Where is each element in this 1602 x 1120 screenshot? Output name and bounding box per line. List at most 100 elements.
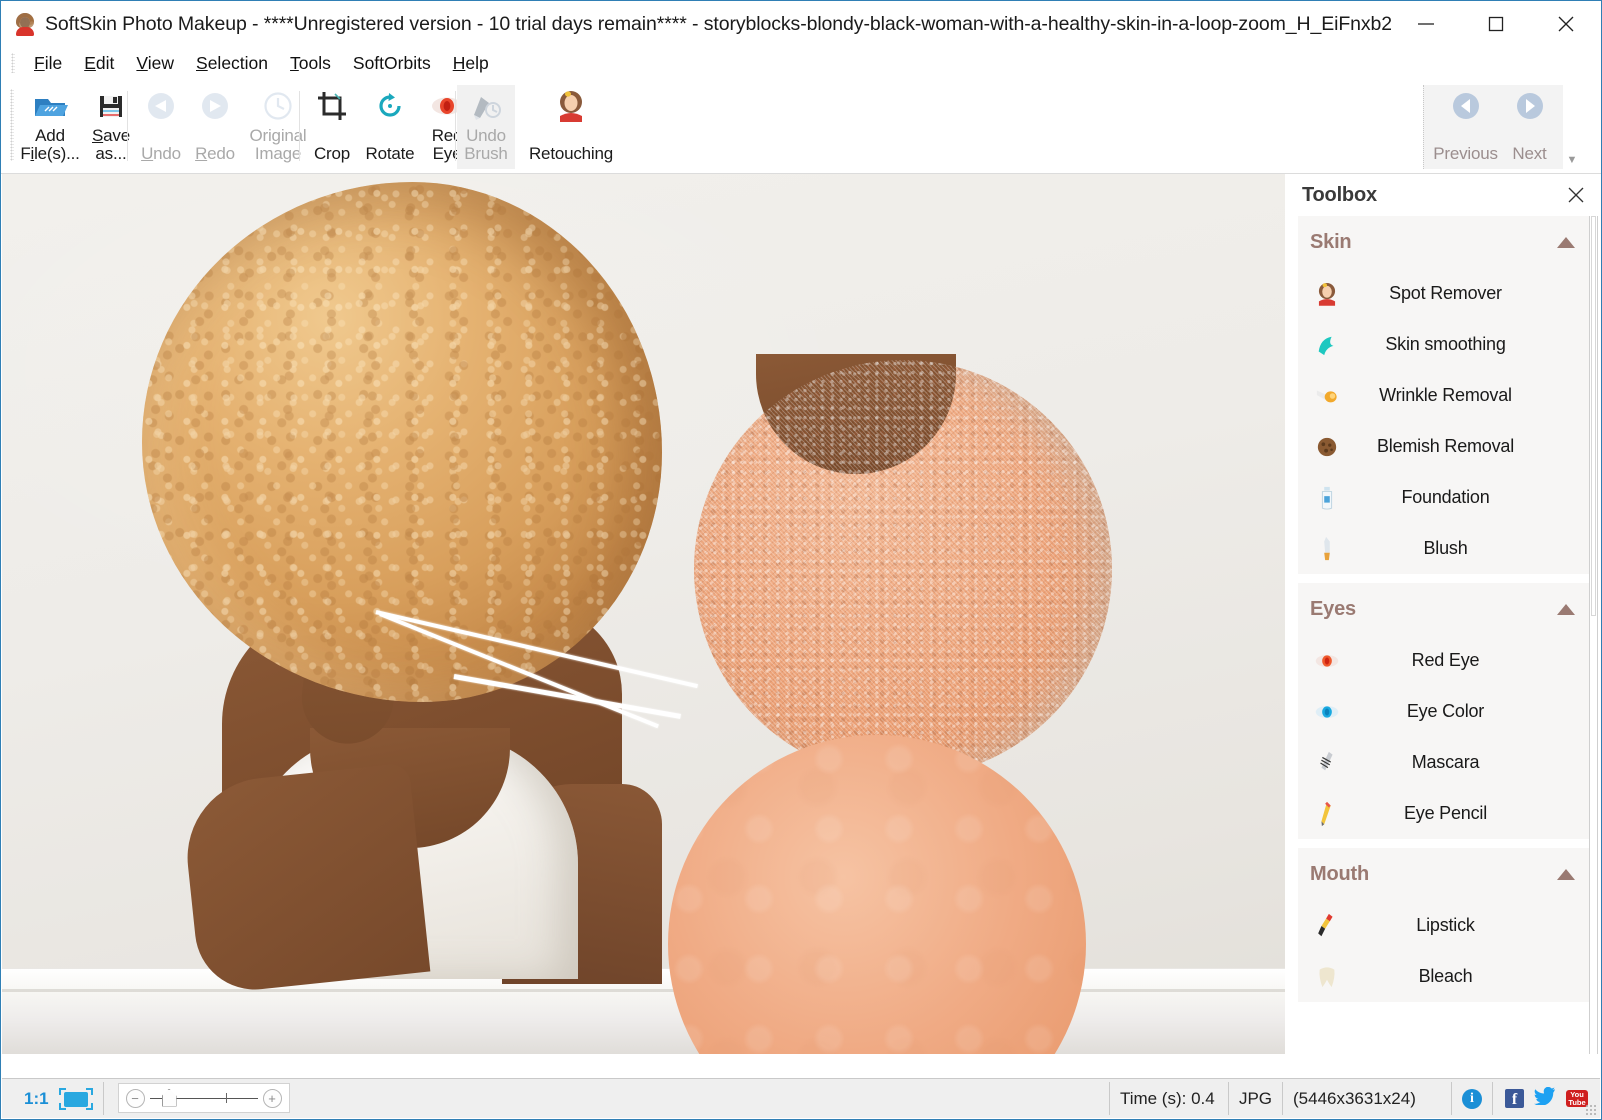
zoom-out-icon[interactable]: − [126,1089,145,1108]
app-icon [14,12,36,36]
undo-brush-button[interactable]: Undo Brush [457,85,515,169]
zoom-slider-track[interactable] [150,1098,258,1099]
foundation-bottle-icon [1310,483,1344,513]
crop-label: Crop [314,127,350,163]
status-bar: 1:1 − + Time (s): 0.4 JPG (5446x3631x24)… [2,1078,1600,1118]
redo-arrow-icon [198,85,232,127]
redo-label: Redo [195,127,235,163]
toolbox-item-spot-remover[interactable]: Spot Remover [1298,268,1593,319]
next-button[interactable]: Next [1502,85,1558,169]
lipstick-icon [1310,911,1344,941]
application-window: SoftSkin Photo Makeup - ****Unregistered… [0,0,1602,1120]
toolbox-item-label: Eye Color [1344,701,1593,722]
file-format: JPG [1229,1079,1282,1118]
window-resize-grip[interactable] [1585,1104,1597,1116]
facebook-icon[interactable]: f [1505,1089,1524,1108]
retouching-label: Retouching [529,127,613,163]
toolbox-item-foundation[interactable]: Foundation [1298,472,1593,523]
toolbar-group-history: Undo Redo [133,85,315,169]
menu-edit[interactable]: Edit [73,51,125,76]
toolbox-group-eyes: Eyes Red Eye [1298,583,1593,839]
previous-button[interactable]: Previous [1430,85,1502,169]
toolbox-scrollbar-thumb[interactable] [1591,216,1596,616]
caret-up-icon[interactable] [1557,604,1575,615]
toolbar-drag-grip[interactable] [10,89,14,161]
toolbox-item-blush[interactable]: Blush [1298,523,1593,574]
menu-bar: File Edit View Selection Tools SoftOrbit… [1,47,1601,79]
toolbar-overflow-icon[interactable]: ▼ [1563,153,1581,167]
toolbox-item-label: Lipstick [1344,915,1593,936]
original-image-button[interactable]: Original Image [241,85,315,163]
zoom-in-icon[interactable]: + [263,1089,282,1108]
toolbox-item-lipstick[interactable]: Lipstick [1298,900,1593,951]
toolbox-item-label: Red Eye [1344,650,1593,671]
menu-view[interactable]: View [125,51,185,76]
save-as-label: Save as... [92,127,130,163]
zoom-ratio-label[interactable]: 1:1 [12,1089,49,1109]
blue-eye-icon [1310,697,1344,727]
menu-help[interactable]: Help [442,51,500,76]
toolbox-item-label: Foundation [1344,487,1593,508]
toolbox-item-blemish-removal[interactable]: Blemish Removal [1298,421,1593,472]
woman-figure [72,174,692,969]
toolbox-item-skin-smoothing[interactable]: Skin smoothing [1298,319,1593,370]
toolbox-scrollbar[interactable] [1589,216,1598,1054]
toolbox-item-mascara[interactable]: Mascara [1298,737,1593,788]
toolbox-item-eye-color[interactable]: Eye Color [1298,686,1593,737]
woman-portrait-icon [1310,279,1344,309]
fit-to-screen-icon[interactable] [59,1088,93,1110]
toolbox-item-eye-pencil[interactable]: Eye Pencil [1298,788,1593,839]
rotate-button[interactable]: Rotate [359,85,421,163]
photo-image [2,174,1285,1054]
save-as-button[interactable]: Save as... [81,85,141,163]
menu-tools[interactable]: Tools [279,51,342,76]
twitter-icon[interactable] [1534,1087,1556,1110]
caret-up-icon[interactable] [1557,237,1575,248]
skin-group-header[interactable]: Skin [1298,216,1593,268]
retouching-button[interactable]: Retouching [515,85,627,163]
floppy-disk-icon [96,85,126,127]
wrinkle-tool-icon [1310,381,1344,411]
maximize-button[interactable] [1461,1,1531,47]
undo-button[interactable]: Undo [133,85,189,163]
arrow-left-circle-icon [1449,85,1483,127]
toolbox-item-wrinkle-removal[interactable]: Wrinkle Removal [1298,370,1593,421]
eyes-group-header[interactable]: Eyes [1298,583,1593,635]
tooth-icon [1310,962,1344,992]
close-button[interactable] [1531,1,1601,47]
image-canvas[interactable] [2,174,1285,1054]
previous-label: Previous [1433,127,1498,163]
toolbox-item-label: Skin smoothing [1344,334,1593,355]
crop-button[interactable]: Crop [305,85,359,163]
toolbar-group-edit: Crop Rotate [305,85,473,169]
undo-label: Undo [141,127,181,163]
retouching-icon [556,85,586,127]
minimize-button[interactable] [1391,1,1461,47]
menu-selection[interactable]: Selection [185,51,279,76]
toolbox-item-label: Wrinkle Removal [1344,385,1593,406]
pencil-icon [1310,799,1344,829]
zoom-slider[interactable]: − + [118,1083,290,1113]
processing-time: Time (s): 0.4 [1110,1079,1228,1118]
toolbox-title: Toolbox [1302,184,1377,207]
window-title: SoftSkin Photo Makeup - ****Unregistered… [45,13,1434,36]
info-icon[interactable]: i [1462,1089,1482,1109]
menu-softorbits[interactable]: SoftOrbits [342,51,442,76]
skin-group-title: Skin [1310,231,1351,254]
add-files-button[interactable]: Add File(s)... [19,85,81,163]
mouth-group-header[interactable]: Mouth [1298,848,1593,900]
toolbox-close-icon[interactable] [1565,184,1587,206]
menu-file[interactable]: File [23,51,73,76]
zoom-slider-handle[interactable] [162,1089,177,1107]
toolbox-item-red-eye[interactable]: Red Eye [1298,635,1593,686]
toolbox-item-bleach[interactable]: Bleach [1298,951,1593,1002]
title-bar: SoftSkin Photo Makeup - ****Unregistered… [1,1,1601,47]
social-icons: f YouTube [1493,1079,1600,1118]
redo-button[interactable]: Redo [189,85,241,163]
toolbox-panel: Toolbox Skin [1286,174,1601,1054]
caret-up-icon[interactable] [1557,869,1575,880]
undo-brush-label: Undo Brush [464,127,507,163]
toolbox-item-label: Blemish Removal [1344,436,1593,457]
open-folder-icon [32,85,68,127]
menu-drag-grip[interactable] [11,53,15,73]
